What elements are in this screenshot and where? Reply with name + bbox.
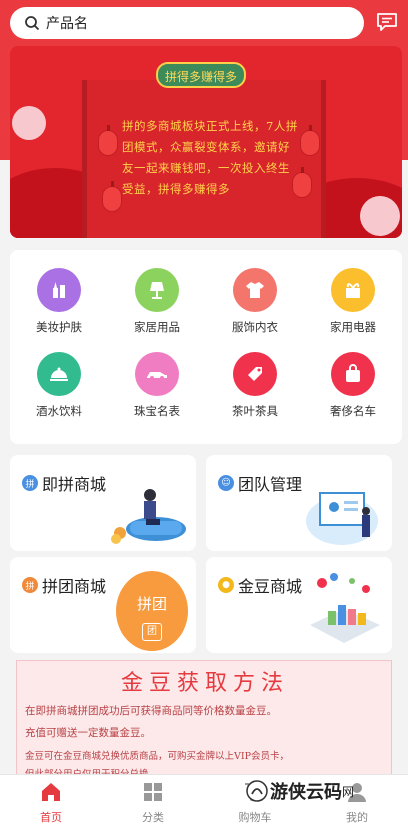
category-label: 茶叶茶具 — [232, 404, 278, 418]
watermark-suffix: 网 — [342, 784, 355, 799]
pintuan-bag-tag: 团 — [142, 623, 162, 641]
home-icon — [42, 783, 60, 801]
tag-icon — [233, 352, 277, 396]
notice-line: 在即拼商城拼团成功后可获得商品同等价格数量金豆。 — [25, 705, 277, 717]
lantern-icon — [102, 181, 122, 212]
card-title-text: 金豆商城 — [238, 577, 303, 596]
notice-line: 金豆可在金豆商城兑换优质商品，可购买金牌以上VIP会员卡， — [25, 751, 290, 762]
card-jipin-mall[interactable]: 拼 即拼商城 — [10, 455, 196, 551]
category-label: 奢侈名车 — [330, 404, 376, 418]
lantern-icon — [300, 125, 320, 156]
tab-home[interactable]: 首页 — [0, 775, 102, 824]
category-jewelry[interactable]: 珠宝名表 — [108, 352, 206, 419]
bag-icon — [331, 352, 375, 396]
grid-icon — [144, 783, 162, 801]
category-drinks[interactable]: 酒水饮料 — [10, 352, 108, 419]
card-title-text: 即拼商城 — [42, 475, 107, 494]
pin-badge-icon: 拼 — [22, 475, 38, 491]
pintuan-bag-illustration: 拼团 团 — [116, 571, 188, 651]
lipstick-icon — [37, 268, 81, 312]
tab-label: 购物车 — [238, 811, 272, 824]
watermark-text: 游侠云码 — [270, 782, 342, 803]
tab-label: 我的 — [346, 811, 368, 824]
category-home[interactable]: 家居用品 — [108, 268, 206, 335]
lamp-icon — [135, 268, 179, 312]
notice-title: 金豆获取方法 — [120, 671, 289, 696]
card-title-text: 拼团商城 — [42, 577, 107, 596]
card-title: 拼 即拼商城 — [22, 471, 106, 495]
category-clothing[interactable]: 服饰内衣 — [206, 268, 304, 335]
category-tea[interactable]: 茶叶茶具 — [206, 352, 304, 419]
category-label: 服饰内衣 — [232, 320, 278, 334]
category-grid: 美妆护肤 家居用品 服饰内衣 家用电器 酒水饮料 珠宝名表 茶叶茶具 奢侈名车 — [10, 250, 402, 444]
card-title-text: 团队管理 — [238, 475, 303, 494]
promo-banner[interactable]: 拼得多赚得多 拼的多商城板块正式上线，7人拼团模式，众赢裂变体系，邀请好友一起来… — [10, 46, 402, 238]
team-badge-icon: ☺ — [218, 475, 234, 491]
watermark: 游侠云码 网 — [246, 778, 354, 804]
header: 产品名 — [0, 0, 408, 46]
card-team-management[interactable]: ☺ 团队管理 — [206, 455, 392, 551]
tab-label: 分类 — [142, 811, 164, 824]
card-title: ☺ 团队管理 — [218, 471, 302, 495]
shirt-icon — [233, 268, 277, 312]
pin-badge-icon: 拼 — [22, 577, 38, 593]
tab-category[interactable]: 分类 — [102, 775, 204, 824]
shopping-map-illustration — [310, 573, 380, 643]
coin-badge-icon: ● — [218, 577, 234, 593]
category-label: 家用电器 — [330, 320, 376, 334]
search-icon — [25, 16, 40, 31]
search-bar[interactable]: 产品名 — [10, 7, 364, 39]
pintuan-bag-sub: 团 — [147, 626, 157, 637]
banner-text: 拼的多商城板块正式上线，7人拼团模式，众赢裂变体系，邀请好友一起来赚钱吧，一次投… — [122, 119, 298, 196]
appliance-icon — [331, 268, 375, 312]
search-input[interactable]: 产品名 — [46, 13, 88, 33]
category-label: 家居用品 — [134, 320, 180, 334]
category-makeup[interactable]: 美妆护肤 — [10, 268, 108, 335]
banner-flower — [12, 106, 46, 140]
banner-flower — [360, 196, 400, 236]
category-label: 珠宝名表 — [134, 404, 180, 418]
team-board-illustration — [306, 492, 378, 545]
cloche-icon — [37, 352, 81, 396]
watermark-logo-icon — [246, 780, 268, 802]
tab-label: 首页 — [40, 811, 62, 824]
car-icon — [135, 352, 179, 396]
jindou-notice: 金豆获取方法 在即拼商城拼团成功后可获得商品同等价格数量金豆。 充值可赠送一定数… — [16, 660, 392, 780]
notice-line: 充值可赠送一定数量金豆。 — [25, 727, 151, 739]
message-icon[interactable] — [376, 12, 398, 32]
category-appliance[interactable]: 家用电器 — [304, 268, 402, 335]
banner-title: 拼得多赚得多 — [156, 62, 246, 88]
shopping-person-illustration — [111, 489, 186, 544]
card-title: 拼 拼团商城 — [22, 573, 106, 597]
category-label: 美妆护肤 — [36, 320, 82, 334]
category-label: 酒水饮料 — [36, 404, 82, 418]
pintuan-bag-label: 拼团 — [136, 595, 167, 613]
card-title: ● 金豆商城 — [218, 573, 302, 597]
card-jindou-mall[interactable]: ● 金豆商城 — [206, 557, 392, 653]
lantern-icon — [98, 125, 118, 156]
category-luxury-car[interactable]: 奢侈名车 — [304, 352, 402, 419]
card-pintuan-mall[interactable]: 拼 拼团商城 拼团 团 — [10, 557, 196, 653]
